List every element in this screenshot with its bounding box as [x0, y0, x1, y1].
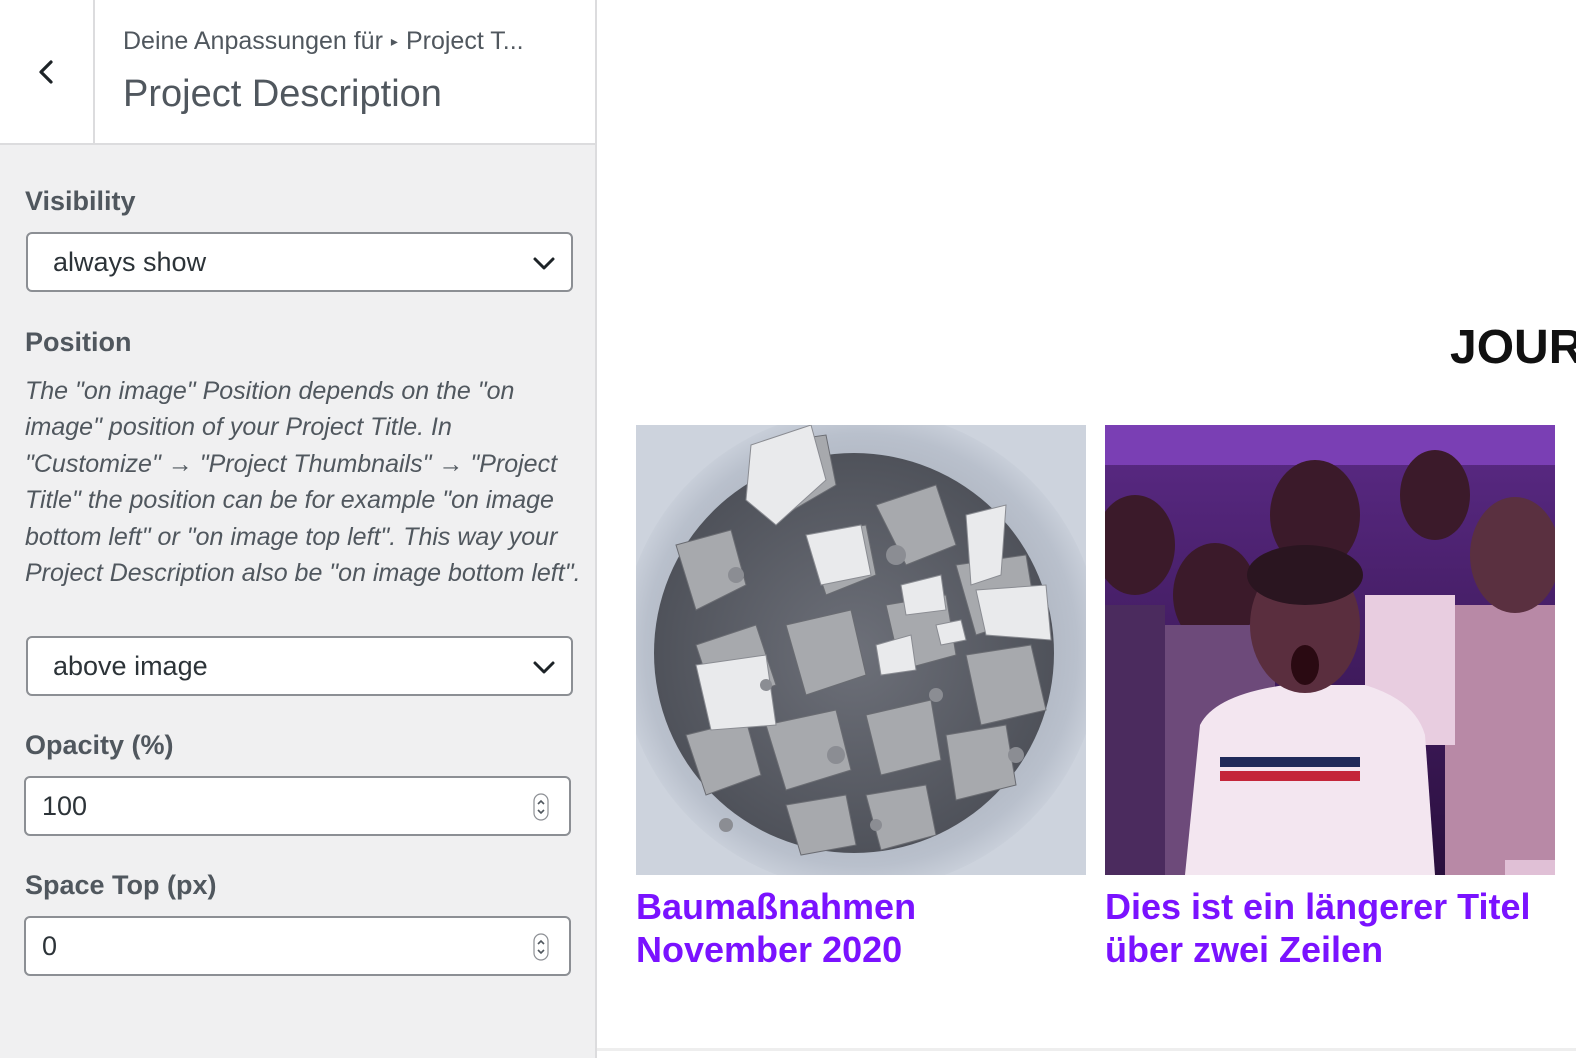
- project-thumbnail-rubble[interactable]: [636, 425, 1086, 875]
- project-thumbnail-crowd[interactable]: [1105, 425, 1555, 875]
- visibility-select[interactable]: always show: [26, 232, 573, 292]
- spinner-arrows-icon[interactable]: [533, 933, 549, 961]
- divider: [597, 1048, 1576, 1051]
- opacity-value: 100: [42, 790, 88, 821]
- space-top-input[interactable]: 0: [24, 916, 571, 976]
- worship-crowd-photo: [1105, 425, 1555, 875]
- project-title-link[interactable]: Dies ist ein längerer Titel über zwei Ze…: [1105, 885, 1565, 971]
- position-selected-value: above image: [53, 650, 208, 681]
- spinner-arrows-icon[interactable]: [533, 793, 549, 821]
- site-preview: JOURNAL: [597, 0, 1576, 1058]
- space-top-value: 0: [42, 930, 58, 961]
- visibility-label: Visibility: [25, 186, 136, 216]
- position-select[interactable]: above image: [26, 636, 573, 696]
- position-label: Position: [25, 327, 132, 357]
- chevron-left-icon: [38, 59, 53, 84]
- rubble-bucket-photo: [636, 425, 1086, 875]
- opacity-label: Opacity (%): [25, 730, 174, 760]
- chevron-down-icon: [533, 257, 555, 270]
- breadcrumb-separator-icon: ▸: [390, 33, 398, 49]
- page-heading: JOURNAL: [1450, 321, 1576, 374]
- space-top-label: Space Top (px): [25, 870, 217, 900]
- customizer-sidebar: Deine Anpassungen für ▸ Project T... Pro…: [0, 0, 597, 1058]
- opacity-input[interactable]: 100: [24, 776, 571, 836]
- visibility-selected-value: always show: [53, 246, 207, 277]
- breadcrumb: Deine Anpassungen für ▸ Project T...: [123, 27, 524, 56]
- position-description: The "on image" Position depends on the "…: [25, 377, 581, 588]
- back-button[interactable]: [0, 0, 95, 143]
- section-title: Project Description: [123, 73, 442, 115]
- chevron-down-icon: [533, 661, 555, 674]
- breadcrumb-section: Project T...: [405, 27, 524, 55]
- section-header: Deine Anpassungen für ▸ Project T... Pro…: [0, 0, 595, 145]
- breadcrumb-prefix: Deine Anpassungen für: [123, 27, 383, 55]
- project-title-link[interactable]: Baumaßnahmen November 2020: [636, 885, 1096, 971]
